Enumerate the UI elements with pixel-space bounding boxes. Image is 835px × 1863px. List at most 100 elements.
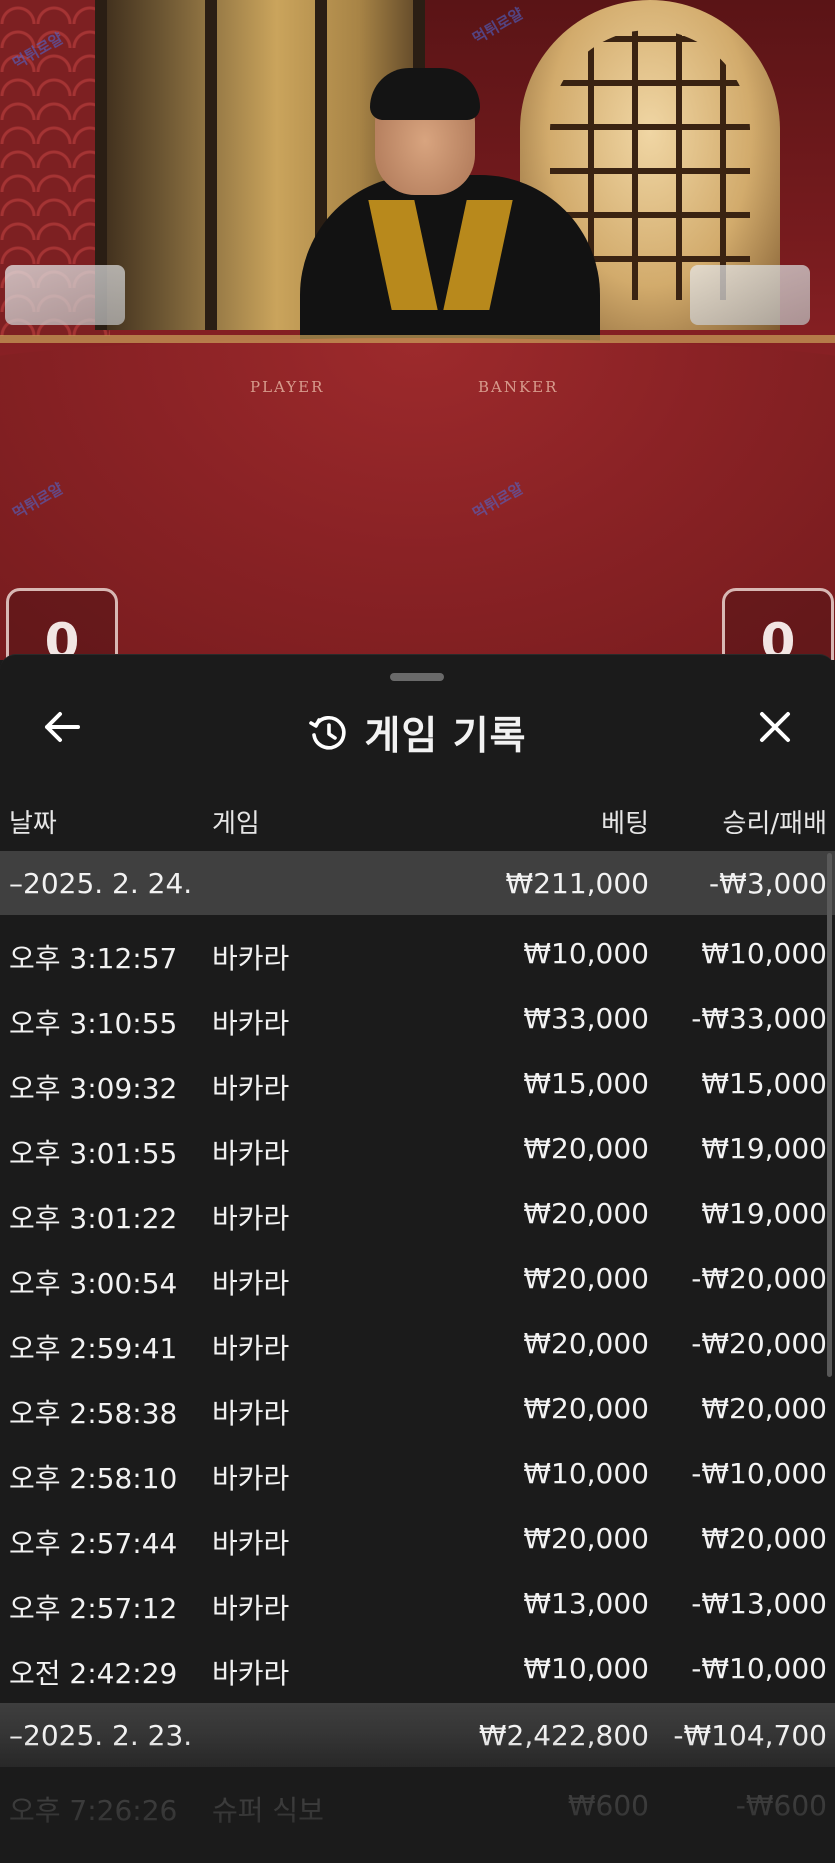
table-label-banker: BANKER <box>478 378 559 396</box>
row-game: 바카라 <box>212 942 290 975</box>
row-time: 오후 3:12:57 <box>9 942 178 975</box>
history-list: –2025. 2. 24. ₩211,000 -₩3,000 오후 3:12:5… <box>0 851 835 1840</box>
table-rail <box>0 335 835 343</box>
row-time: 오전 2:42:29 <box>9 1657 178 1690</box>
table-row[interactable]: 오후 2:58:10 바카라 ₩10,000 -₩10,000 <box>0 1443 835 1508</box>
table-row[interactable]: 오후 3:01:22 바카라 ₩20,000 ₩19,000 <box>0 1183 835 1248</box>
row-bet: ₩20,000 <box>523 1132 649 1165</box>
row-time: 오후 3:09:32 <box>9 1072 178 1105</box>
row-bet: ₩20,000 <box>523 1262 649 1295</box>
row-win-loss: -₩33,000 <box>691 1002 827 1035</box>
row-game: 바카라 <box>212 1072 290 1105</box>
sheet-header: 게임 기록 <box>0 695 835 765</box>
table-row[interactable]: 오후 2:57:12 바카라 ₩13,000 -₩13,000 <box>0 1573 835 1638</box>
row-game: 바카라 <box>212 1527 290 1560</box>
row-bet: ₩13,000 <box>523 1587 649 1620</box>
group-win-loss-total: -₩104,700 <box>673 1719 827 1752</box>
history-icon <box>309 715 347 750</box>
card-shoe-left <box>5 265 125 325</box>
table-row[interactable]: 오전 2:42:29 바카라 ₩10,000 -₩10,000 <box>0 1638 835 1703</box>
row-game: 바카라 <box>212 1462 290 1495</box>
row-bet: ₩15,000 <box>523 1067 649 1100</box>
table-row[interactable]: 오후 3:00:54 바카라 ₩20,000 -₩20,000 <box>0 1248 835 1313</box>
dealer-hair <box>370 68 480 120</box>
live-video-feed: PLAYER BANKER 0 0 먹튀로얄 먹튀로얄 먹튀로얄 먹튀로얄 <box>0 0 835 660</box>
row-win-loss: ₩10,000 <box>701 937 827 970</box>
column-header-game[interactable]: 게임 <box>212 803 260 840</box>
row-game: 바카라 <box>212 1137 290 1170</box>
group-date: –2025. 2. 23. <box>9 1719 193 1752</box>
row-time: 오후 2:57:44 <box>9 1527 178 1560</box>
sheet-drag-handle[interactable] <box>390 673 444 681</box>
row-game: 바카라 <box>212 1202 290 1235</box>
row-time: 오후 3:01:55 <box>9 1137 178 1170</box>
row-bet: ₩20,000 <box>523 1522 649 1555</box>
row-bet: ₩10,000 <box>523 1457 649 1490</box>
row-bet: ₩20,000 <box>523 1327 649 1360</box>
row-win-loss: ₩19,000 <box>701 1197 827 1230</box>
row-game: 바카라 <box>212 1267 290 1300</box>
row-bet: ₩33,000 <box>523 1002 649 1035</box>
group-bet-total: ₩2,422,800 <box>478 1719 649 1752</box>
card-shoe-right <box>690 265 810 325</box>
table-row[interactable]: 오후 2:59:41 바카라 ₩20,000 -₩20,000 <box>0 1313 835 1378</box>
row-time: 오후 3:01:22 <box>9 1202 178 1235</box>
row-win-loss: ₩20,000 <box>701 1522 827 1555</box>
baccarat-table <box>0 338 835 660</box>
row-bet: ₩20,000 <box>523 1197 649 1230</box>
table-label-player: PLAYER <box>250 378 325 396</box>
table-row[interactable]: 오후 2:57:44 바카라 ₩20,000 ₩20,000 <box>0 1508 835 1573</box>
row-win-loss: -₩10,000 <box>691 1457 827 1490</box>
group-bet-total: ₩211,000 <box>505 867 649 900</box>
banker-score: 0 <box>760 613 796 660</box>
row-bet: ₩10,000 <box>523 937 649 970</box>
scrollbar-thumb[interactable] <box>827 853 832 1377</box>
row-win-loss: -₩600 <box>735 1789 827 1822</box>
group-win-loss-total: -₩3,000 <box>709 867 827 900</box>
watermark: 먹튀로얄 <box>469 4 527 48</box>
row-time: 오후 2:57:12 <box>9 1592 178 1625</box>
table-row[interactable]: 오후 2:58:38 바카라 ₩20,000 ₩20,000 <box>0 1378 835 1443</box>
banker-score-box: 0 <box>722 588 834 660</box>
table-row[interactable]: 오후 3:12:57 바카라 ₩10,000 ₩10,000 <box>0 923 835 988</box>
row-win-loss: -₩10,000 <box>691 1652 827 1685</box>
column-header-date[interactable]: 날짜 <box>9 803 57 840</box>
row-game: 바카라 <box>212 1332 290 1365</box>
table-row[interactable]: 오후 3:10:55 바카라 ₩33,000 -₩33,000 <box>0 988 835 1053</box>
table-row[interactable]: 오후 7:26:26 슈퍼 식보 ₩600 -₩600 <box>0 1775 835 1840</box>
row-win-loss: ₩15,000 <box>701 1067 827 1100</box>
row-win-loss: -₩13,000 <box>691 1587 827 1620</box>
row-time: 오후 2:58:10 <box>9 1462 178 1495</box>
sheet-title-group: 게임 기록 <box>0 705 835 761</box>
game-history-sheet: 게임 기록 날짜 게임 베팅 승리/패배 –2025. 2. 24. ₩211,… <box>0 654 835 1863</box>
group-date: –2025. 2. 24. <box>9 867 193 900</box>
row-game: 바카라 <box>212 1397 290 1430</box>
row-bet: ₩20,000 <box>523 1392 649 1425</box>
column-header-win-loss[interactable]: 승리/패배 <box>723 803 827 840</box>
row-time: 오후 2:58:38 <box>9 1397 178 1430</box>
close-button[interactable] <box>749 701 801 753</box>
row-time: 오후 2:59:41 <box>9 1332 178 1365</box>
date-group-header[interactable]: –2025. 2. 23. ₩2,422,800 -₩104,700 <box>0 1703 835 1767</box>
row-win-loss: -₩20,000 <box>691 1327 827 1360</box>
sheet-title: 게임 기록 <box>364 714 527 759</box>
row-game: 바카라 <box>212 1592 290 1625</box>
row-game: 바카라 <box>212 1007 290 1040</box>
date-group-header[interactable]: –2025. 2. 24. ₩211,000 -₩3,000 <box>0 851 835 915</box>
row-win-loss: -₩20,000 <box>691 1262 827 1295</box>
row-game: 슈퍼 식보 <box>212 1794 324 1827</box>
row-bet: ₩10,000 <box>523 1652 649 1685</box>
table-column-headers: 날짜 게임 베팅 승리/패배 <box>0 803 835 843</box>
column-header-bet[interactable]: 베팅 <box>601 803 649 840</box>
player-score: 0 <box>44 613 80 660</box>
table-row[interactable]: 오후 3:09:32 바카라 ₩15,000 ₩15,000 <box>0 1053 835 1118</box>
row-time: 오후 7:26:26 <box>9 1794 178 1827</box>
row-win-loss: ₩20,000 <box>701 1392 827 1425</box>
table-row[interactable]: 오후 3:01:55 바카라 ₩20,000 ₩19,000 <box>0 1118 835 1183</box>
player-score-box: 0 <box>6 588 118 660</box>
row-game: 바카라 <box>212 1657 290 1690</box>
dealer-body <box>300 175 600 355</box>
row-win-loss: ₩19,000 <box>701 1132 827 1165</box>
row-time: 오후 3:10:55 <box>9 1007 178 1040</box>
close-icon <box>760 712 790 742</box>
